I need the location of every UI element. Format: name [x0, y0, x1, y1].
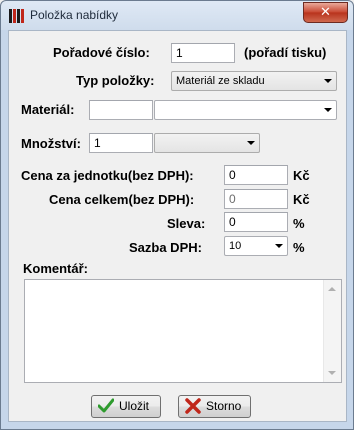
chevron-down-icon [324, 79, 332, 83]
material-label: Materiál: [21, 102, 75, 117]
poradi-tisku-hint: (pořadí tisku) [244, 45, 327, 60]
komentar-label: Komentář: [23, 261, 89, 276]
poradove-cislo-label: Pořadové číslo: [53, 45, 150, 60]
close-icon: ✕ [320, 4, 331, 19]
close-button[interactable]: ✕ [303, 2, 348, 23]
typ-polozky-value: Materiál ze skladu [176, 75, 265, 87]
cena-celkem-currency: Kč [293, 192, 310, 207]
mnozstvi-input[interactable]: 1 [89, 133, 153, 153]
checkmark-icon [97, 398, 115, 414]
chevron-down-icon [324, 108, 332, 112]
mnozstvi-unit-select[interactable] [154, 133, 260, 153]
window-title: Položka nabídky [30, 8, 119, 22]
save-button[interactable]: Uložit [91, 395, 161, 418]
komentar-textarea[interactable] [24, 279, 342, 383]
chevron-down-icon [275, 244, 283, 248]
sazba-dph-unit: % [293, 240, 305, 255]
material-select[interactable] [154, 100, 337, 120]
mnozstvi-label: Množství: [21, 136, 81, 151]
poradove-cislo-input[interactable]: 1 [171, 43, 235, 63]
scroll-up-icon[interactable] [328, 287, 336, 291]
cena-celkem-input[interactable]: 0 [224, 189, 288, 209]
sazba-dph-value: 10 [229, 240, 242, 252]
sleva-input[interactable]: 0 [224, 212, 288, 232]
typ-polozky-select[interactable]: Materiál ze skladu [171, 71, 337, 91]
app-icon [9, 9, 24, 23]
save-button-label: Uložit [119, 399, 150, 413]
chevron-down-icon [247, 141, 255, 145]
cross-icon [185, 398, 201, 414]
cancel-button[interactable]: Storno [178, 395, 251, 418]
dialog-window: Položka nabídky ✕ Pořadové číslo: 1 (poř… [0, 0, 354, 430]
cancel-button-label: Storno [206, 399, 242, 413]
sleva-unit: % [293, 216, 305, 231]
cena-jednotka-label: Cena za jednotku(bez DPH): [21, 168, 194, 183]
komentar-scrollbar[interactable] [323, 280, 341, 382]
scroll-down-icon[interactable] [328, 371, 336, 375]
cena-jednotka-currency: Kč [293, 168, 310, 183]
title-bar[interactable]: Položka nabídky ✕ [1, 1, 353, 30]
typ-polozky-label: Typ položky: [76, 73, 155, 88]
dialog-content: Pořadové číslo: 1 (pořadí tisku) Typ pol… [8, 30, 347, 422]
material-code-input[interactable] [89, 100, 153, 120]
cena-jednotka-input[interactable]: 0 [224, 165, 288, 185]
sleva-label: Sleva: [167, 216, 206, 231]
sazba-dph-select[interactable]: 10 [224, 236, 288, 256]
sazba-dph-label: Sazba DPH: [129, 240, 202, 255]
cena-celkem-label: Cena celkem(bez DPH): [49, 192, 195, 207]
